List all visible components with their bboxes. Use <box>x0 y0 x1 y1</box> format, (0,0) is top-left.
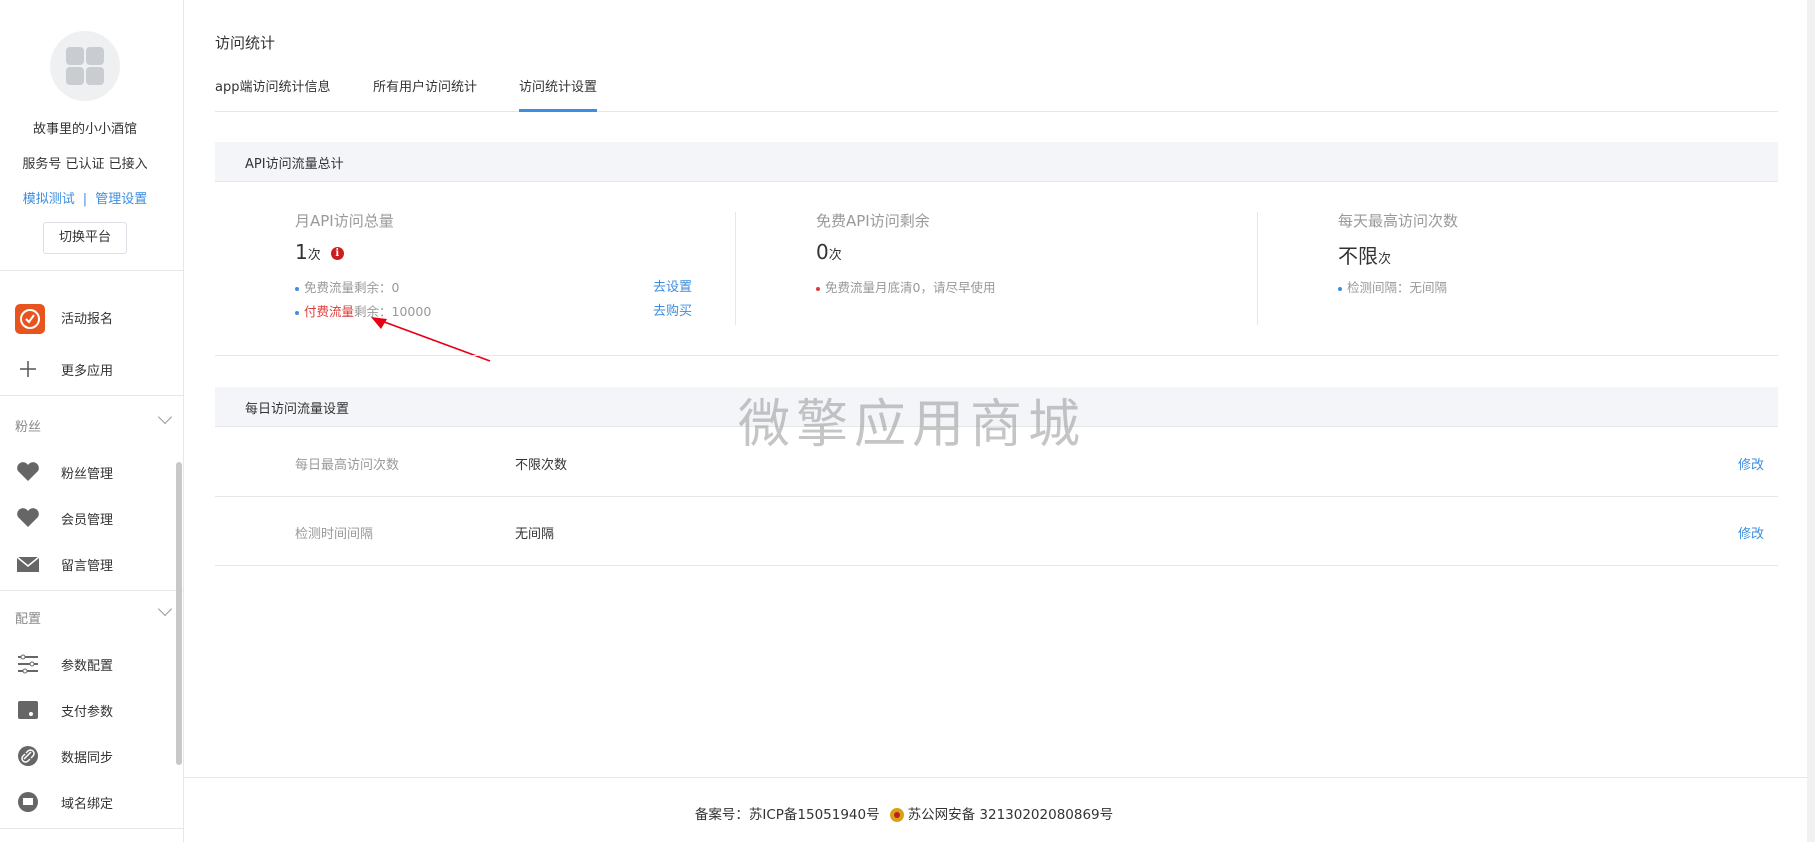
footer: 备案号：苏ICP备15051940号 苏公网安备 32130202080869号 <box>184 777 1807 842</box>
stat-daily-max: 每天最高访问次数 不限次 检测间隔：无间隔 <box>1258 210 1708 325</box>
tab-all-users-stats[interactable]: 所有用户访问统计 <box>373 78 477 112</box>
icp-record[interactable]: 备案号：苏ICP备15051940号 <box>695 807 880 823</box>
sidebar: 故事里的小小酒馆 服务号 已认证 已接入 模拟测试 | 管理设置 切换平台 活动报名… <box>0 0 184 842</box>
link-separator: | <box>82 192 88 207</box>
divider <box>0 270 184 271</box>
sidebar-item-domain[interactable]: 域名绑定 <box>0 781 170 821</box>
row-value: 无间隔 <box>515 527 555 542</box>
sidebar-item-fans[interactable]: 粉丝管理 <box>0 451 170 491</box>
tab-stats-settings[interactable]: 访问统计设置 <box>519 78 598 112</box>
annotation-arrow <box>371 317 491 362</box>
sidebar-item-label: 粉丝管理 <box>61 467 114 482</box>
sidebar-item-label: 数据同步 <box>61 751 114 766</box>
divider <box>0 828 184 829</box>
divider <box>0 395 184 396</box>
sidebar-item-label: 参数配置 <box>61 659 114 674</box>
divider <box>215 355 1778 356</box>
sidebar-scrollbar[interactable] <box>176 462 182 765</box>
go-settings-link[interactable]: 去设置 <box>653 276 692 295</box>
free-remaining-label: 免费流量剩余： <box>304 280 392 295</box>
stat-unit: 次 <box>828 248 842 263</box>
heart-icon <box>15 459 41 485</box>
activity-signup-icon <box>15 304 45 334</box>
watermark: 微擎应用商城 <box>738 395 1087 455</box>
sidebar-item-label: 更多应用 <box>61 364 114 379</box>
chevron-down-icon[interactable] <box>157 409 173 425</box>
simulate-test-link[interactable]: 模拟测试 <box>23 192 75 207</box>
settings-row-interval: 检测时间间隔 无间隔 修改 <box>215 497 1778 566</box>
stat-value: 0次 <box>816 240 842 264</box>
link-icon <box>15 743 41 769</box>
page-title: 访问统计 <box>215 34 276 52</box>
page-scrollbar[interactable] <box>1807 0 1815 842</box>
group-title-config: 配置 <box>15 612 42 627</box>
tab-bar: app端访问统计信息 所有用户访问统计 访问统计设置 <box>215 78 1778 112</box>
wallet-icon <box>15 697 41 723</box>
stat-monthly-api: 月API访问总量 1次 i 免费流量剩余：0 去设置 付费流量剩余：10000 去… <box>215 210 692 325</box>
section-title: API访问流量总计 <box>245 157 344 172</box>
sidebar-item-label: 会员管理 <box>61 513 114 528</box>
sidebar-item-data-sync[interactable]: 数据同步 <box>0 735 170 775</box>
divider <box>0 590 184 591</box>
section-header-api-total: API访问流量总计 <box>215 142 1778 182</box>
note-text: 检测间隔：无间隔 <box>1347 280 1448 295</box>
stat-unit: 次 <box>1378 252 1392 267</box>
sidebar-item-label: 活动报名 <box>61 312 114 327</box>
stat-value: 1次 i <box>295 240 344 264</box>
section-title: 每日访问流量设置 <box>245 402 350 417</box>
row-key: 检测时间间隔 <box>295 527 374 542</box>
group-title-fans: 粉丝 <box>15 420 42 435</box>
sidebar-item-activity-signup[interactable]: 活动报名 <box>0 296 170 336</box>
list-settings-icon <box>15 651 41 677</box>
mail-icon <box>15 551 41 577</box>
stat-number: 0 <box>816 240 829 264</box>
stat-label: 月API访问总量 <box>295 212 394 230</box>
stat-label: 免费API访问剩余 <box>816 212 930 230</box>
tab-app-stats[interactable]: app端访问统计信息 <box>215 78 330 112</box>
heart-icon <box>15 505 41 531</box>
stat-label: 每天最高访问次数 <box>1338 212 1459 230</box>
sidebar-item-params[interactable]: 参数配置 <box>0 643 170 683</box>
free-reset-note: 免费流量月底清0，请尽早使用 <box>816 277 995 296</box>
sidebar-item-payment[interactable]: 支付参数 <box>0 689 170 729</box>
row-value: 不限次数 <box>515 458 568 473</box>
sidebar-item-more-apps[interactable]: 更多应用 <box>0 348 170 388</box>
switch-platform-button[interactable]: 切换平台 <box>43 222 127 254</box>
account-status: 服务号 已认证 已接入 <box>22 157 148 172</box>
manage-settings-link[interactable]: 管理设置 <box>95 192 147 207</box>
stat-number: 不限 <box>1338 244 1378 268</box>
footer-text: 备案号：苏ICP备15051940号 苏公网安备 32130202080869号 <box>184 803 1624 823</box>
account-profile: 故事里的小小酒馆 服务号 已认证 已接入 模拟测试 | 管理设置 切换平台 <box>0 0 184 270</box>
plus-icon <box>15 356 41 382</box>
sidebar-item-label: 域名绑定 <box>61 797 114 812</box>
paid-traffic-label: 付费流量 <box>304 304 355 319</box>
go-purchase-link[interactable]: 去购买 <box>653 300 692 319</box>
sidebar-item-label: 支付参数 <box>61 705 114 720</box>
account-name: 故事里的小小酒馆 <box>32 122 137 137</box>
account-links: 模拟测试 | 管理设置 <box>0 188 170 207</box>
chevron-down-icon[interactable] <box>157 601 173 617</box>
sidebar-item-label: 留言管理 <box>61 559 114 574</box>
sidebar-item-messages[interactable]: 留言管理 <box>0 543 170 583</box>
free-remaining-note: 免费流量剩余：0 <box>295 277 399 296</box>
stat-value: 不限次 <box>1338 240 1391 269</box>
stat-number: 1 <box>295 240 308 264</box>
stat-free-api: 免费API访问剩余 0次 免费流量月底清0，请尽早使用 <box>736 210 1186 325</box>
domain-icon <box>15 789 41 815</box>
free-remaining-value: 0 <box>391 280 400 295</box>
edit-interval-link[interactable]: 修改 <box>1738 523 1764 542</box>
edit-daily-max-link[interactable]: 修改 <box>1738 454 1764 473</box>
info-icon[interactable]: i <box>330 247 344 260</box>
police-badge-icon <box>889 808 904 822</box>
stat-unit: 次 <box>307 248 321 263</box>
note-text: 免费流量月底清0，请尽早使用 <box>825 280 996 295</box>
sidebar-item-members[interactable]: 会员管理 <box>0 497 170 537</box>
police-record[interactable]: 苏公网安备 32130202080869号 <box>908 807 1114 823</box>
interval-note: 检测间隔：无间隔 <box>1338 277 1447 296</box>
avatar <box>50 31 120 101</box>
row-key: 每日最高访问次数 <box>295 458 400 473</box>
